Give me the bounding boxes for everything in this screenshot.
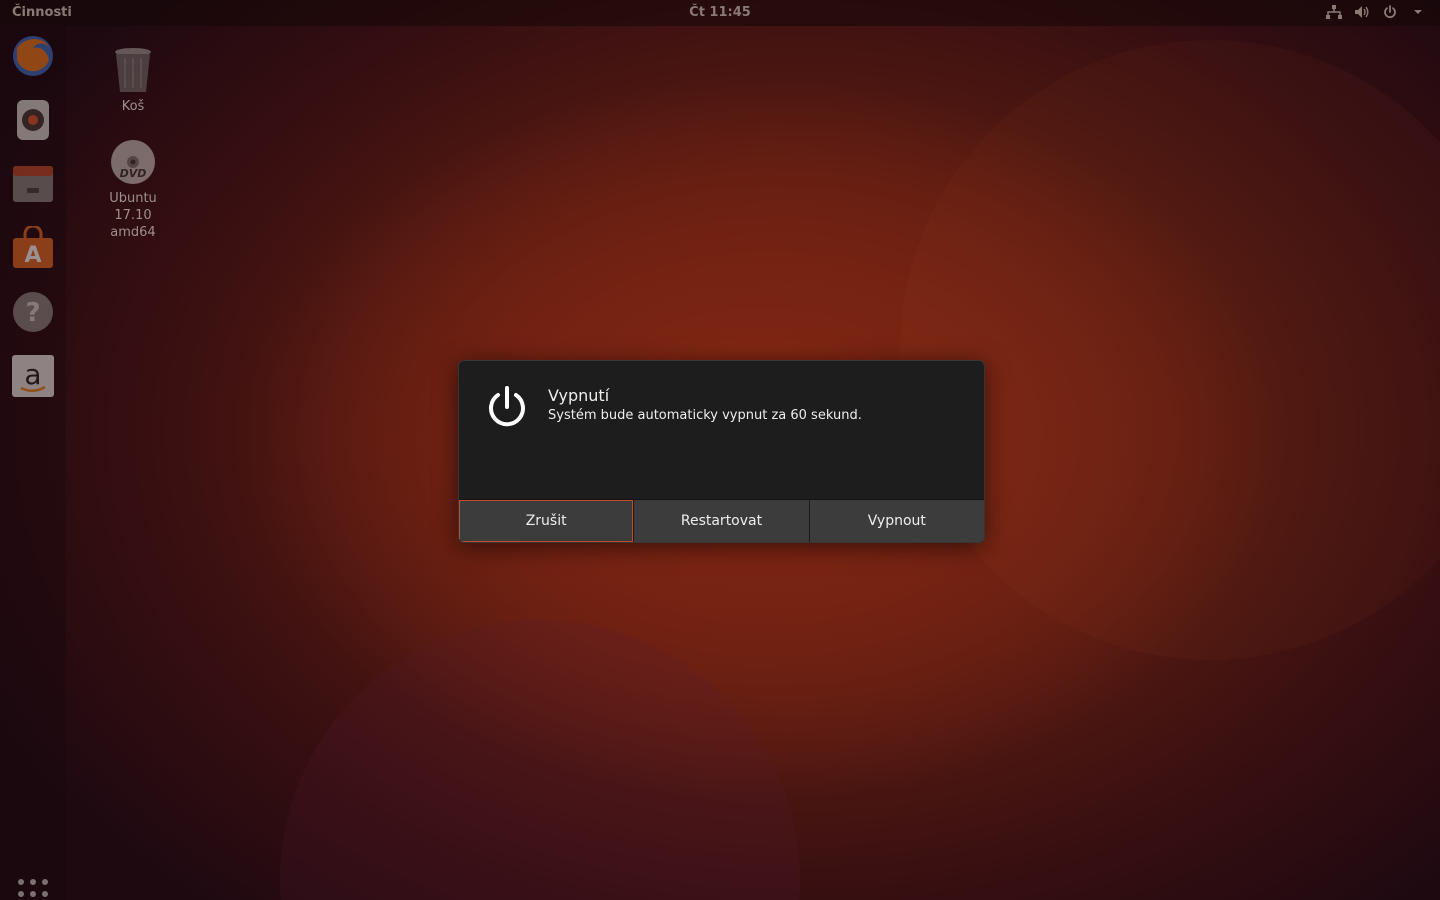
network-icon[interactable]: [1326, 4, 1342, 20]
speaker-icon: [17, 100, 49, 140]
firefox-icon: [13, 36, 53, 76]
top-bar: Činnosti Čt 11:45: [0, 0, 1440, 26]
restart-button[interactable]: Restartovat: [634, 500, 810, 542]
power-icon: [489, 386, 525, 427]
clock[interactable]: Čt 11:45: [0, 5, 1440, 20]
dock-item-firefox[interactable]: [11, 34, 55, 78]
file-cabinet-icon: [13, 166, 53, 202]
desktop-icon-dvd[interactable]: DVD Ubuntu 17.10 amd64: [88, 138, 178, 241]
shopping-bag-icon: A: [13, 226, 53, 268]
app-grid-icon[interactable]: [17, 878, 49, 900]
svg-text:?: ?: [25, 298, 40, 328]
power-icon[interactable]: [1382, 4, 1398, 20]
dvd-icon: DVD: [109, 138, 157, 186]
amazon-icon: a: [12, 355, 54, 397]
power-off-dialog: Vypnutí Systém bude automaticky vypnut z…: [458, 360, 985, 543]
dock-item-rhythmbox[interactable]: [11, 98, 55, 142]
system-tray[interactable]: [1326, 4, 1426, 20]
chevron-down-icon[interactable]: [1410, 4, 1426, 20]
dialog-button-row: Zrušit Restartovat Vypnout: [459, 499, 984, 542]
desktop-icon-label: Koš: [121, 99, 145, 114]
dock-item-help[interactable]: ?: [11, 290, 55, 334]
volume-icon[interactable]: [1354, 4, 1370, 20]
cancel-button[interactable]: Zrušit: [459, 500, 635, 542]
desktop-icon-trash[interactable]: Koš: [88, 46, 178, 115]
dock-item-software[interactable]: A: [11, 226, 55, 270]
dock-item-amazon[interactable]: a: [11, 354, 55, 398]
desktop-icon-label-line: Ubuntu: [109, 191, 157, 206]
svg-text:a: a: [24, 358, 41, 391]
dock: A ? a: [0, 26, 66, 900]
dialog-title: Vypnutí: [548, 386, 610, 405]
power-off-button[interactable]: Vypnout: [809, 500, 984, 542]
help-icon: ?: [13, 292, 53, 332]
trash-icon: [109, 46, 157, 94]
dialog-message: Systém bude automaticky vypnut za 60 sek…: [548, 408, 862, 423]
desktop-icon-label-line: amd64: [110, 225, 156, 240]
dock-item-files[interactable]: [11, 162, 55, 206]
desktop-icon-label-line: 17.10: [114, 208, 152, 223]
svg-text:DVD: DVD: [120, 167, 147, 180]
svg-text:A: A: [24, 243, 41, 268]
